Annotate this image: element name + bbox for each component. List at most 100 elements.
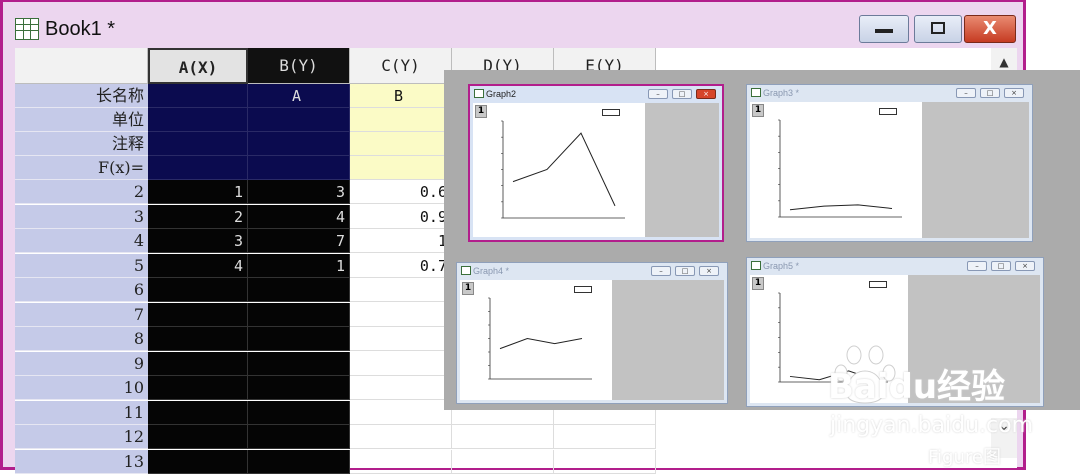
- minimize-button[interactable]: [859, 15, 909, 43]
- meta-cell[interactable]: [350, 156, 452, 180]
- graph-close-button[interactable]: ×: [1015, 261, 1035, 271]
- meta-cell[interactable]: [248, 108, 350, 132]
- meta-cell[interactable]: [148, 108, 248, 132]
- meta-cell[interactable]: [148, 156, 248, 180]
- baidu-watermark: Baidu经验 jingyan.baidu.com Figure图: [828, 345, 1078, 468]
- table-cell[interactable]: 0.6: [350, 180, 452, 204]
- table-cell[interactable]: [452, 425, 554, 449]
- row-header-label[interactable]: 长名称: [15, 84, 148, 108]
- table-cell[interactable]: 0.7: [350, 253, 452, 278]
- plot-axes: [489, 298, 592, 380]
- table-cell[interactable]: 1: [350, 229, 452, 253]
- table-cell[interactable]: [148, 302, 248, 327]
- graph-window[interactable]: Graph3 * – □ × 1: [746, 84, 1033, 242]
- graph-window[interactable]: Graph4 * – □ × 1: [456, 262, 728, 404]
- row-header-label[interactable]: 注释: [15, 132, 148, 156]
- graph-title: Graph3 *: [751, 88, 799, 98]
- table-cell[interactable]: 0.9: [350, 204, 452, 229]
- table-cell[interactable]: [248, 400, 350, 425]
- row-header-label[interactable]: 2: [15, 180, 148, 204]
- table-cell[interactable]: [248, 302, 350, 327]
- row-header-label[interactable]: 4: [15, 229, 148, 253]
- meta-cell[interactable]: A: [248, 84, 350, 108]
- table-cell[interactable]: [148, 351, 248, 376]
- row-header-label[interactable]: 8: [15, 327, 148, 351]
- table-cell[interactable]: [350, 351, 452, 376]
- meta-cell[interactable]: [350, 132, 452, 156]
- row-header-label[interactable]: 11: [15, 400, 148, 425]
- column-header[interactable]: C(Y): [350, 48, 452, 84]
- window-title: Book1 *: [45, 18, 116, 40]
- graph-minimize-button[interactable]: –: [956, 88, 976, 98]
- row-header-label[interactable]: 10: [15, 376, 148, 400]
- mini-plot: [778, 119, 902, 218]
- table-cell[interactable]: 1: [148, 180, 248, 204]
- row-header-label[interactable]: 3: [15, 204, 148, 229]
- row-header-label[interactable]: F(x)=: [15, 156, 148, 180]
- table-cell[interactable]: [248, 327, 350, 351]
- row-header-label[interactable]: 9: [15, 351, 148, 376]
- table-cell[interactable]: [148, 278, 248, 302]
- meta-cell[interactable]: [248, 132, 350, 156]
- table-cell[interactable]: [554, 425, 656, 449]
- row-header-label[interactable]: 单位: [15, 108, 148, 132]
- table-cell[interactable]: [248, 278, 350, 302]
- table-cell[interactable]: 1: [248, 253, 350, 278]
- row-header-label[interactable]: 6: [15, 278, 148, 302]
- table-cell[interactable]: [350, 376, 452, 400]
- table-cell[interactable]: [350, 425, 452, 449]
- graph-close-button[interactable]: ×: [1004, 88, 1024, 98]
- graph-maximize-button[interactable]: □: [991, 261, 1011, 271]
- table-cell[interactable]: 4: [248, 204, 350, 229]
- table-cell[interactable]: 4: [148, 253, 248, 278]
- series-line: [789, 204, 893, 211]
- meta-cell[interactable]: B: [350, 84, 452, 108]
- table-cell[interactable]: 3: [248, 180, 350, 204]
- graph-maximize-button[interactable]: □: [980, 88, 1000, 98]
- column-header[interactable]: A(X): [148, 48, 248, 84]
- minimize-icon: [875, 29, 893, 33]
- table-cell[interactable]: [248, 351, 350, 376]
- meta-cell[interactable]: [350, 108, 452, 132]
- graph-minimize-button[interactable]: –: [648, 89, 668, 99]
- graph-maximize-button[interactable]: □: [672, 89, 692, 99]
- meta-cell[interactable]: [248, 156, 350, 180]
- table-cell[interactable]: [350, 400, 452, 425]
- maximize-button[interactable]: [914, 15, 962, 43]
- graph-minimize-button[interactable]: –: [651, 266, 671, 276]
- row-header-label[interactable]: 7: [15, 302, 148, 327]
- meta-cell[interactable]: [148, 84, 248, 108]
- graph-body: 1: [460, 280, 724, 400]
- column-header[interactable]: B(Y): [248, 48, 350, 84]
- table-cell[interactable]: [350, 278, 452, 302]
- meta-cell[interactable]: [148, 132, 248, 156]
- watermark-brand: Baidu经验: [828, 367, 1006, 407]
- table-cell[interactable]: [248, 376, 350, 400]
- graph-close-button[interactable]: ×: [699, 266, 719, 276]
- close-button[interactable]: X: [964, 15, 1016, 43]
- row-header-label[interactable]: 5: [15, 253, 148, 278]
- table-cell[interactable]: 3: [148, 229, 248, 253]
- graph-icon: [474, 89, 484, 98]
- table-cell[interactable]: [148, 327, 248, 351]
- graph-close-button[interactable]: ×: [696, 89, 716, 99]
- mini-plot: [501, 120, 625, 219]
- graph-page[interactable]: 1: [473, 103, 645, 237]
- graph-page[interactable]: 1: [750, 102, 922, 238]
- table-cell[interactable]: [148, 376, 248, 400]
- table-cell[interactable]: [350, 327, 452, 351]
- row-header-label[interactable]: 12: [15, 425, 148, 449]
- table-cell[interactable]: [148, 425, 248, 449]
- graph-minimize-button[interactable]: –: [967, 261, 987, 271]
- table-cell[interactable]: 2: [148, 204, 248, 229]
- series-line: [499, 337, 583, 350]
- table-cell[interactable]: [148, 400, 248, 425]
- graph-maximize-button[interactable]: □: [675, 266, 695, 276]
- corner-header[interactable]: [15, 48, 148, 84]
- workbook-titlebar[interactable]: Book1 * X: [3, 2, 1023, 46]
- graph-page[interactable]: 1: [460, 280, 612, 400]
- graph-window[interactable]: Graph2 – □ × 1: [468, 84, 724, 242]
- table-cell[interactable]: [350, 302, 452, 327]
- table-cell[interactable]: 7: [248, 229, 350, 253]
- table-cell[interactable]: [248, 425, 350, 449]
